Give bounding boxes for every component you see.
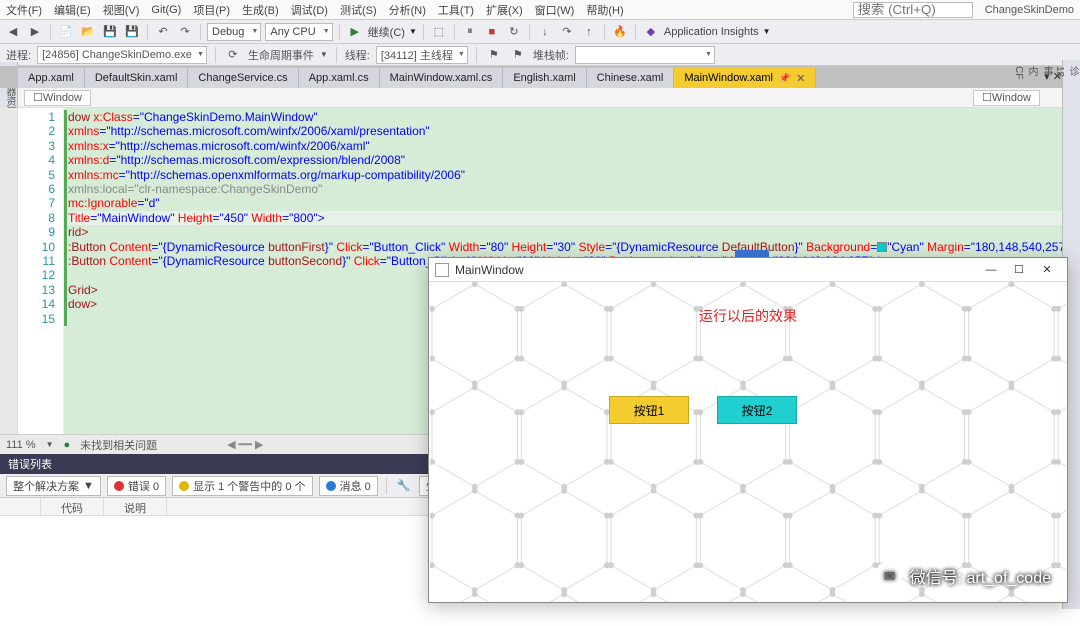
restart-icon[interactable]: ↻ [505,23,523,41]
document-tab[interactable]: App.xaml.cs [299,68,380,88]
lifecycle-icon[interactable]: ⟳ [224,46,242,64]
undo-icon[interactable]: ↶ [154,23,172,41]
debug-process-bar: 进程: [24856] ChangeSkinDemo.exe ⟳ 生命周期事件 … [0,44,1080,66]
scope-dropdown[interactable]: 整个解决方案 ▼ [6,476,101,496]
app-titlebar[interactable]: MainWindow — ☐ ✕ [429,258,1067,282]
document-tab[interactable]: English.xaml [503,68,586,88]
document-tab[interactable]: Chinese.xaml [587,68,675,88]
pause-icon[interactable]: ⏸ [461,23,479,41]
insights-icon[interactable]: ◆ [642,23,660,41]
search-input[interactable] [853,2,973,18]
app-caption: 运行以后的效果 [429,306,1067,326]
flag-icon[interactable]: ⚑ [485,46,503,64]
process-label: 进程: [6,47,31,63]
line-number-gutter: 123456789101112131415 [18,108,64,434]
menu-item[interactable]: 视图(V) [103,2,140,18]
hot-reload-icon[interactable]: 🔥 [611,23,629,41]
run-button[interactable]: 继续(C) [368,24,405,40]
menu-item[interactable]: 分析(N) [389,2,426,18]
save-all-icon[interactable]: 💾 [123,23,141,41]
breakpoint-gutter[interactable] [0,108,18,434]
menu-item[interactable]: 扩展(X) [486,2,523,18]
context-left[interactable]: ☐ Window [24,90,91,106]
flag-icon-2[interactable]: ⚑ [509,46,527,64]
running-app-window: MainWindow — ☐ ✕ 运行以后的效果 按钮1 按钮2 [428,257,1068,603]
process-dropdown[interactable]: [24856] ChangeSkinDemo.exe [37,46,207,64]
step-into-icon[interactable]: ↓ [536,23,554,41]
menu-item[interactable]: 帮助(H) [586,2,623,18]
minimize-icon[interactable]: — [977,264,1005,276]
nav-fwd-icon[interactable]: ▶ [26,23,44,41]
issues-ok-icon: ● [63,439,70,451]
open-icon[interactable]: 📂 [79,23,97,41]
redo-icon[interactable]: ↷ [176,23,194,41]
document-tab[interactable]: MainWindow.xaml📌✕ [674,68,816,88]
thread-label: 线程: [345,47,370,63]
zoom-level[interactable]: 111 % [6,439,36,451]
solution-title: ChangeSkinDemo [985,4,1074,16]
document-tab-strip: App.xamlDefaultSkin.xamlChangeService.cs… [0,66,1080,88]
issues-text: 未找到相关问题 [80,437,157,453]
nav-back-icon[interactable]: ◀ [4,23,22,41]
menu-bar: 文件(F) 编辑(E) 视图(V) Git(G) 项目(P) 生成(B) 调试(D) 测试(S… [0,0,1080,20]
save-icon[interactable]: 💾 [101,23,119,41]
menu-item[interactable]: 编辑(E) [54,2,91,18]
stack-label: 堆栈帧: [533,47,569,63]
stop-icon[interactable]: ■ [483,23,501,41]
app-background [429,282,1067,602]
document-tab[interactable]: App.xaml [18,68,85,88]
menu-item[interactable]: 项目(P) [193,2,230,18]
maximize-icon[interactable]: ☐ [1005,263,1033,276]
messages-filter[interactable]: 消息 0 [319,476,378,496]
step-over-icon[interactable]: ↷ [558,23,576,41]
document-tab[interactable]: DefaultSkin.xaml [85,68,189,88]
app-button-2[interactable]: 按钮2 [717,396,797,424]
main-toolbar: ◀ ▶ 📄 📂 💾 💾 ↶ ↷ Debug Any CPU ▶ 继续(C) ▼ … [0,20,1080,44]
document-tab[interactable]: ChangeService.cs [188,68,298,88]
menu-item[interactable]: Git(G) [151,4,181,16]
stack-dropdown[interactable] [575,46,715,64]
app-title: MainWindow [455,263,977,277]
thread-dropdown[interactable]: [34112] 主线程 [376,46,468,64]
menu-item[interactable]: 调试(D) [291,2,328,18]
menu-item[interactable]: 测试(S) [340,2,377,18]
tool-icon[interactable]: ⬚ [430,23,448,41]
errors-filter[interactable]: 错误 0 [107,476,166,496]
editor-context-bar: ☐ Window ☐ Window [0,88,1080,108]
config-dropdown[interactable]: Debug [207,23,261,41]
platform-dropdown[interactable]: Any CPU [265,23,332,41]
app-button-1[interactable]: 按钮1 [609,396,689,424]
document-tab[interactable]: MainWindow.xaml.cs [380,68,504,88]
build-icon[interactable]: 🔧 [395,477,413,495]
continue-play-icon[interactable]: ▶ [346,23,364,41]
lifecycle-label: 生命周期事件 [248,47,314,63]
menu-item[interactable]: 文件(F) [6,2,42,18]
new-file-icon[interactable]: 📄 [57,23,75,41]
wechat-icon: ✉ [878,564,902,588]
watermark: ✉ 微信号: art_of_code [878,564,1051,588]
menu-item[interactable]: 生成(B) [242,2,279,18]
close-icon[interactable]: ✕ [1033,263,1061,276]
col-desc[interactable]: 说明 [104,498,167,515]
app-icon [435,263,449,277]
menu-item[interactable]: 窗口(W) [535,2,575,18]
col-code[interactable]: 代码 [41,498,104,515]
menu-item[interactable]: 工具(T) [438,2,474,18]
step-out-icon[interactable]: ↑ [580,23,598,41]
insights-label[interactable]: Application Insights [664,26,759,38]
warnings-filter[interactable]: 显示 1 个警告中的 0 个 [172,476,312,496]
